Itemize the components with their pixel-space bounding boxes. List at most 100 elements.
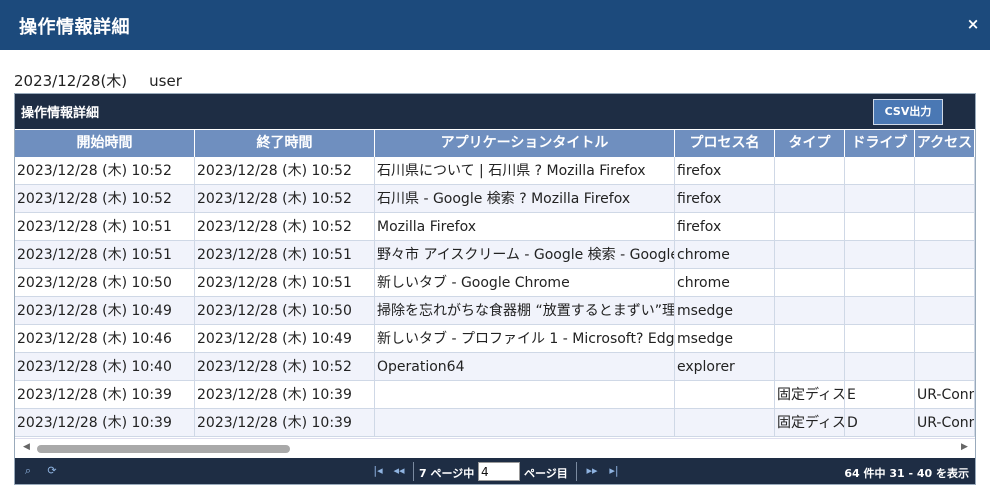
cell-end-time: 2023/12/28 (木) 10:39 [195,409,375,437]
cell-start-time: 2023/12/28 (木) 10:40 [15,353,195,381]
grid-caption-title: 操作情報詳細 [21,106,100,121]
table-row[interactable]: 2023/12/28 (木) 10:39 2023/12/28 (木) 10:3… [15,381,975,409]
column-header-process-name[interactable]: プロセス名 [675,130,775,157]
cell-access [915,185,975,213]
cell-end-time: 2023/12/28 (木) 10:52 [195,353,375,381]
scroll-right-icon[interactable]: ▶ [961,442,968,452]
cell-end-time: 2023/12/28 (木) 10:52 [195,157,375,185]
cell-app-title: 野々市 アイスクリーム - Google 検索 - Google Chrome [375,241,675,269]
scroll-left-icon[interactable]: ◀ [23,442,30,452]
dialog-titlebar: 操作情報詳細 × [0,0,990,50]
cell-process-name: msedge [675,325,775,353]
grid-caption-bar: 操作情報詳細 CSV出力 [15,94,975,129]
cell-drive [845,241,915,269]
cell-start-time: 2023/12/28 (木) 10:39 [15,409,195,437]
cell-access [915,297,975,325]
cell-app-title: Operation64 [375,353,675,381]
horizontal-scrollbar[interactable]: ◀ ▶ [15,438,975,458]
table-row[interactable]: 2023/12/28 (木) 10:51 2023/12/28 (木) 10:5… [15,213,975,241]
date-label: 2023/12/28(木) [14,72,128,90]
cell-start-time: 2023/12/28 (木) 10:46 [15,325,195,353]
table-row[interactable]: 2023/12/28 (木) 10:49 2023/12/28 (木) 10:5… [15,297,975,325]
scrollbar-thumb[interactable] [37,445,290,453]
cell-type [775,157,845,185]
table-row[interactable]: 2023/12/28 (木) 10:50 2023/12/28 (木) 10:5… [15,269,975,297]
cell-end-time: 2023/12/28 (木) 10:52 [195,185,375,213]
cell-app-title [375,409,675,437]
info-line: 2023/12/28(木) user [14,70,182,91]
cell-process-name [675,381,775,409]
cell-start-time: 2023/12/28 (木) 10:52 [15,157,195,185]
cell-drive [845,185,915,213]
cell-start-time: 2023/12/28 (木) 10:51 [15,241,195,269]
cell-start-time: 2023/12/28 (木) 10:50 [15,269,195,297]
table-row[interactable]: 2023/12/28 (木) 10:52 2023/12/28 (木) 10:5… [15,185,975,213]
cell-access [915,325,975,353]
cell-process-name: firefox [675,213,775,241]
cell-process-name [675,409,775,437]
grid-body: 2023/12/28 (木) 10:52 2023/12/28 (木) 10:5… [15,157,975,437]
pager-separator [576,462,577,481]
cell-type [775,353,845,381]
cell-end-time: 2023/12/28 (木) 10:50 [195,297,375,325]
cell-start-time: 2023/12/28 (木) 10:39 [15,381,195,409]
cell-access [915,241,975,269]
cell-type [775,185,845,213]
column-header-access[interactable]: アクセス [915,130,975,157]
cell-process-name: firefox [675,157,775,185]
cell-type [775,325,845,353]
total-pages-label: 7 ページ中 [419,467,475,480]
cell-type [775,213,845,241]
prev-page-icon[interactable]: ◂◂ [390,464,408,478]
table-row[interactable]: 2023/12/28 (木) 10:39 2023/12/28 (木) 10:3… [15,409,975,437]
cell-app-title: 新しいタブ - Google Chrome [375,269,675,297]
table-row[interactable]: 2023/12/28 (木) 10:52 2023/12/28 (木) 10:5… [15,157,975,185]
close-icon[interactable]: × [966,15,980,33]
column-header-drive[interactable]: ドライブ [845,130,915,157]
cell-drive: D [845,409,915,437]
record-range-info: 64 件中 31 - 40 を表示 [844,467,969,480]
cell-access [915,157,975,185]
cell-type [775,297,845,325]
cell-drive [845,157,915,185]
cell-process-name: chrome [675,269,775,297]
user-label: user [149,72,182,90]
cell-end-time: 2023/12/28 (木) 10:52 [195,213,375,241]
cell-start-time: 2023/12/28 (木) 10:52 [15,185,195,213]
last-page-icon[interactable]: ▸| [605,464,623,478]
cell-app-title: 掃除を忘れがちな食器棚 “放置するとまずい”理由 [375,297,675,325]
cell-end-time: 2023/12/28 (木) 10:49 [195,325,375,353]
cell-drive: E [845,381,915,409]
column-header-start-time[interactable]: 開始時間 [15,130,195,157]
grid-header-row: 開始時間 終了時間 アプリケーションタイトル プロセス名 タイプ ドライブ アク… [15,130,975,157]
column-header-end-time[interactable]: 終了時間 [195,130,375,157]
refresh-icon[interactable]: ⟳ [45,464,59,478]
cell-app-title: 石川県 - Google 検索 ? Mozilla Firefox [375,185,675,213]
cell-end-time: 2023/12/28 (木) 10:51 [195,269,375,297]
cell-drive [845,213,915,241]
table-row[interactable]: 2023/12/28 (木) 10:40 2023/12/28 (木) 10:5… [15,353,975,381]
cell-app-title: Mozilla Firefox [375,213,675,241]
cell-access [915,353,975,381]
cell-type: 固定ディスク [775,409,845,437]
first-page-icon[interactable]: |◂ [369,464,387,478]
column-header-app-title[interactable]: アプリケーションタイトル [375,130,675,157]
cell-start-time: 2023/12/28 (木) 10:51 [15,213,195,241]
cell-process-name: explorer [675,353,775,381]
cell-type [775,241,845,269]
next-page-icon[interactable]: ▸▸ [583,464,601,478]
cell-drive [845,269,915,297]
table-row[interactable]: 2023/12/28 (木) 10:51 2023/12/28 (木) 10:5… [15,241,975,269]
column-header-type[interactable]: タイプ [775,130,845,157]
cell-access [915,213,975,241]
cell-drive [845,325,915,353]
cell-app-title: 新しいタブ - プロファイル 1 - Microsoft? Edge [375,325,675,353]
cell-app-title: 石川県について | 石川県 ? Mozilla Firefox [375,157,675,185]
cell-process-name: chrome [675,241,775,269]
cell-access: UR-Connect [915,409,975,437]
operation-detail-grid: 操作情報詳細 CSV出力 開始時間 終了時間 アプリケーションタイトル プロセス… [14,93,976,485]
page-number-input[interactable] [478,462,520,481]
table-row[interactable]: 2023/12/28 (木) 10:46 2023/12/28 (木) 10:4… [15,325,975,353]
csv-export-button[interactable]: CSV出力 [873,99,943,125]
search-icon[interactable]: ⌕ [21,464,35,478]
